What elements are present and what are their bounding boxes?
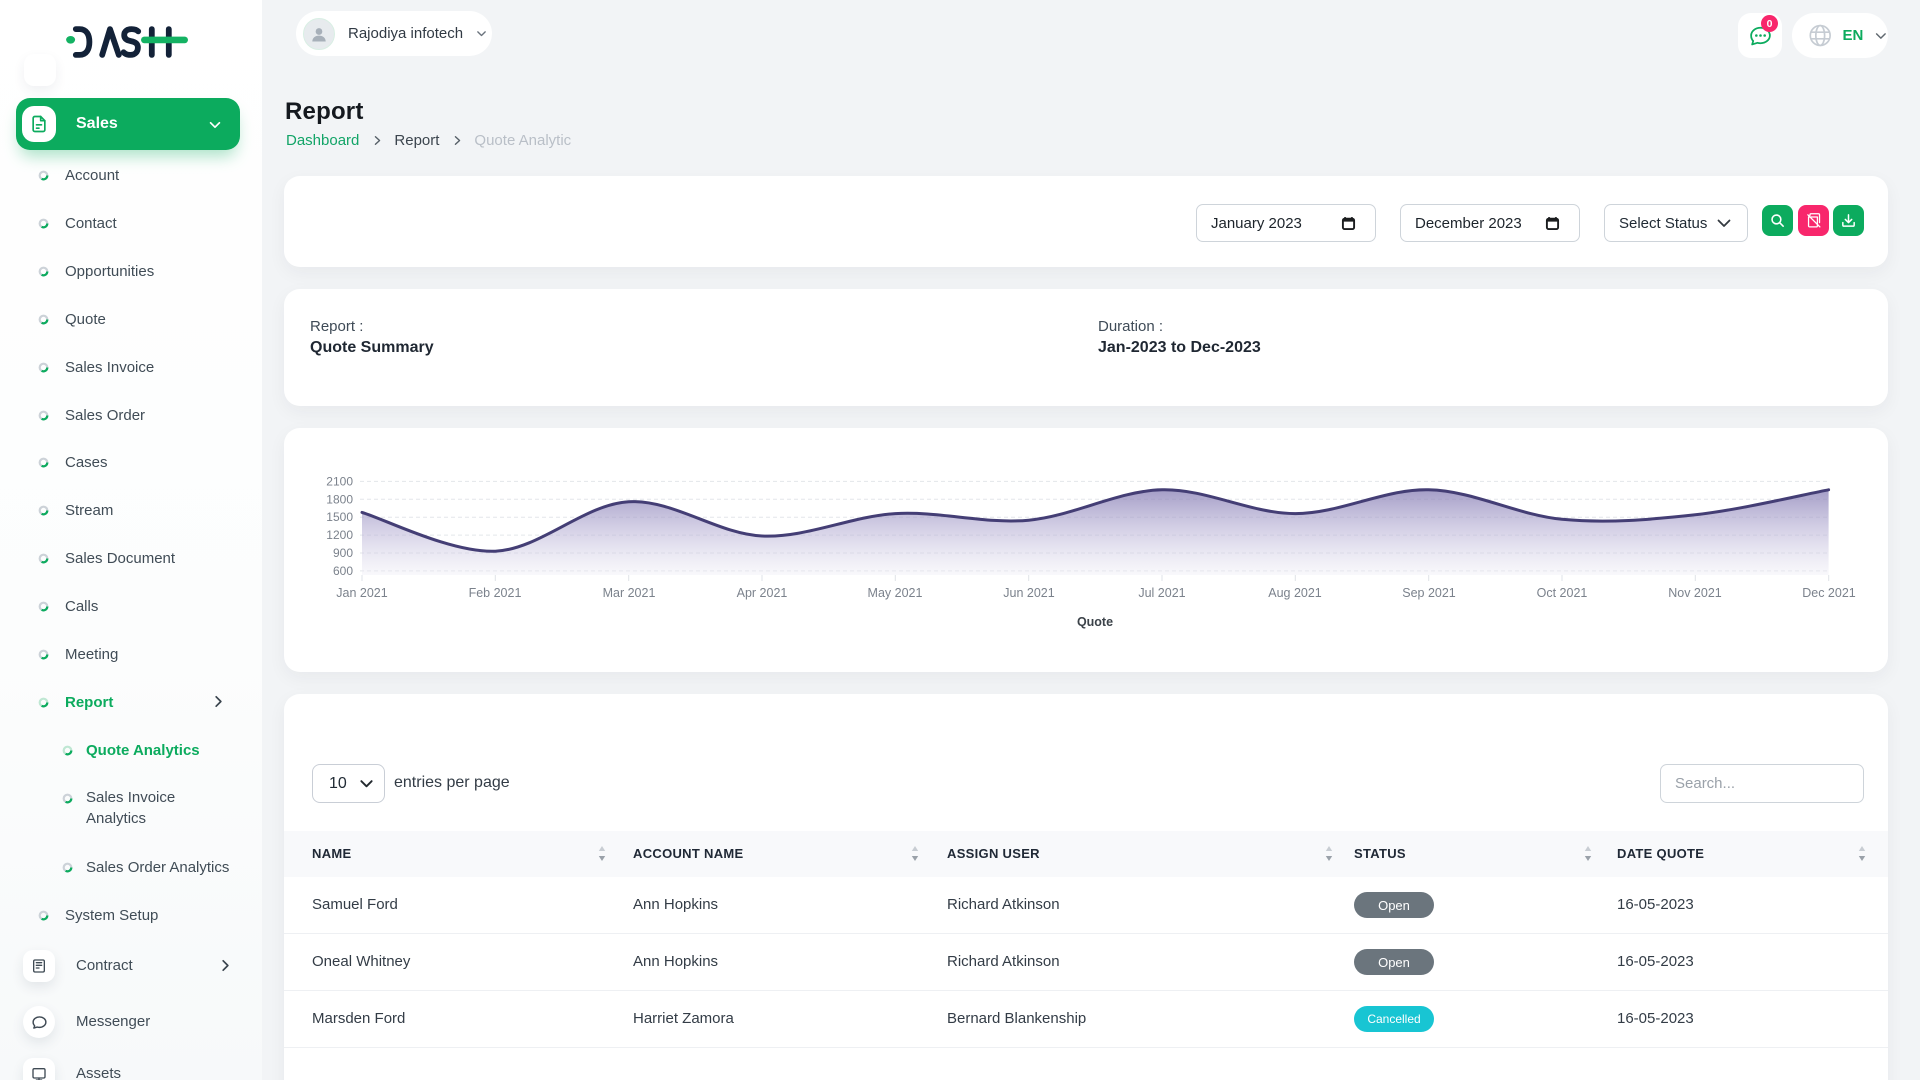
- svg-text:Oct 2021: Oct 2021: [1537, 586, 1588, 600]
- svg-text:Jul 2021: Jul 2021: [1138, 586, 1185, 600]
- svg-text:Aug 2021: Aug 2021: [1268, 586, 1322, 600]
- svg-text:Nov 2021: Nov 2021: [1668, 586, 1722, 600]
- svg-text:Sep 2021: Sep 2021: [1402, 586, 1456, 600]
- svg-text:1500: 1500: [326, 510, 353, 524]
- svg-text:Apr 2021: Apr 2021: [737, 586, 788, 600]
- svg-text:Jan 2021: Jan 2021: [336, 586, 387, 600]
- svg-text:1200: 1200: [326, 528, 353, 542]
- svg-text:2100: 2100: [326, 474, 353, 488]
- svg-text:1800: 1800: [326, 492, 353, 506]
- svg-text:Jun 2021: Jun 2021: [1003, 586, 1054, 600]
- svg-text:Quote: Quote: [1077, 615, 1113, 629]
- svg-text:Mar 2021: Mar 2021: [603, 586, 656, 600]
- svg-text:Feb 2021: Feb 2021: [469, 586, 522, 600]
- svg-text:Dec 2021: Dec 2021: [1802, 586, 1856, 600]
- svg-text:900: 900: [333, 546, 353, 560]
- svg-text:600: 600: [333, 564, 353, 578]
- svg-text:May 2021: May 2021: [868, 586, 923, 600]
